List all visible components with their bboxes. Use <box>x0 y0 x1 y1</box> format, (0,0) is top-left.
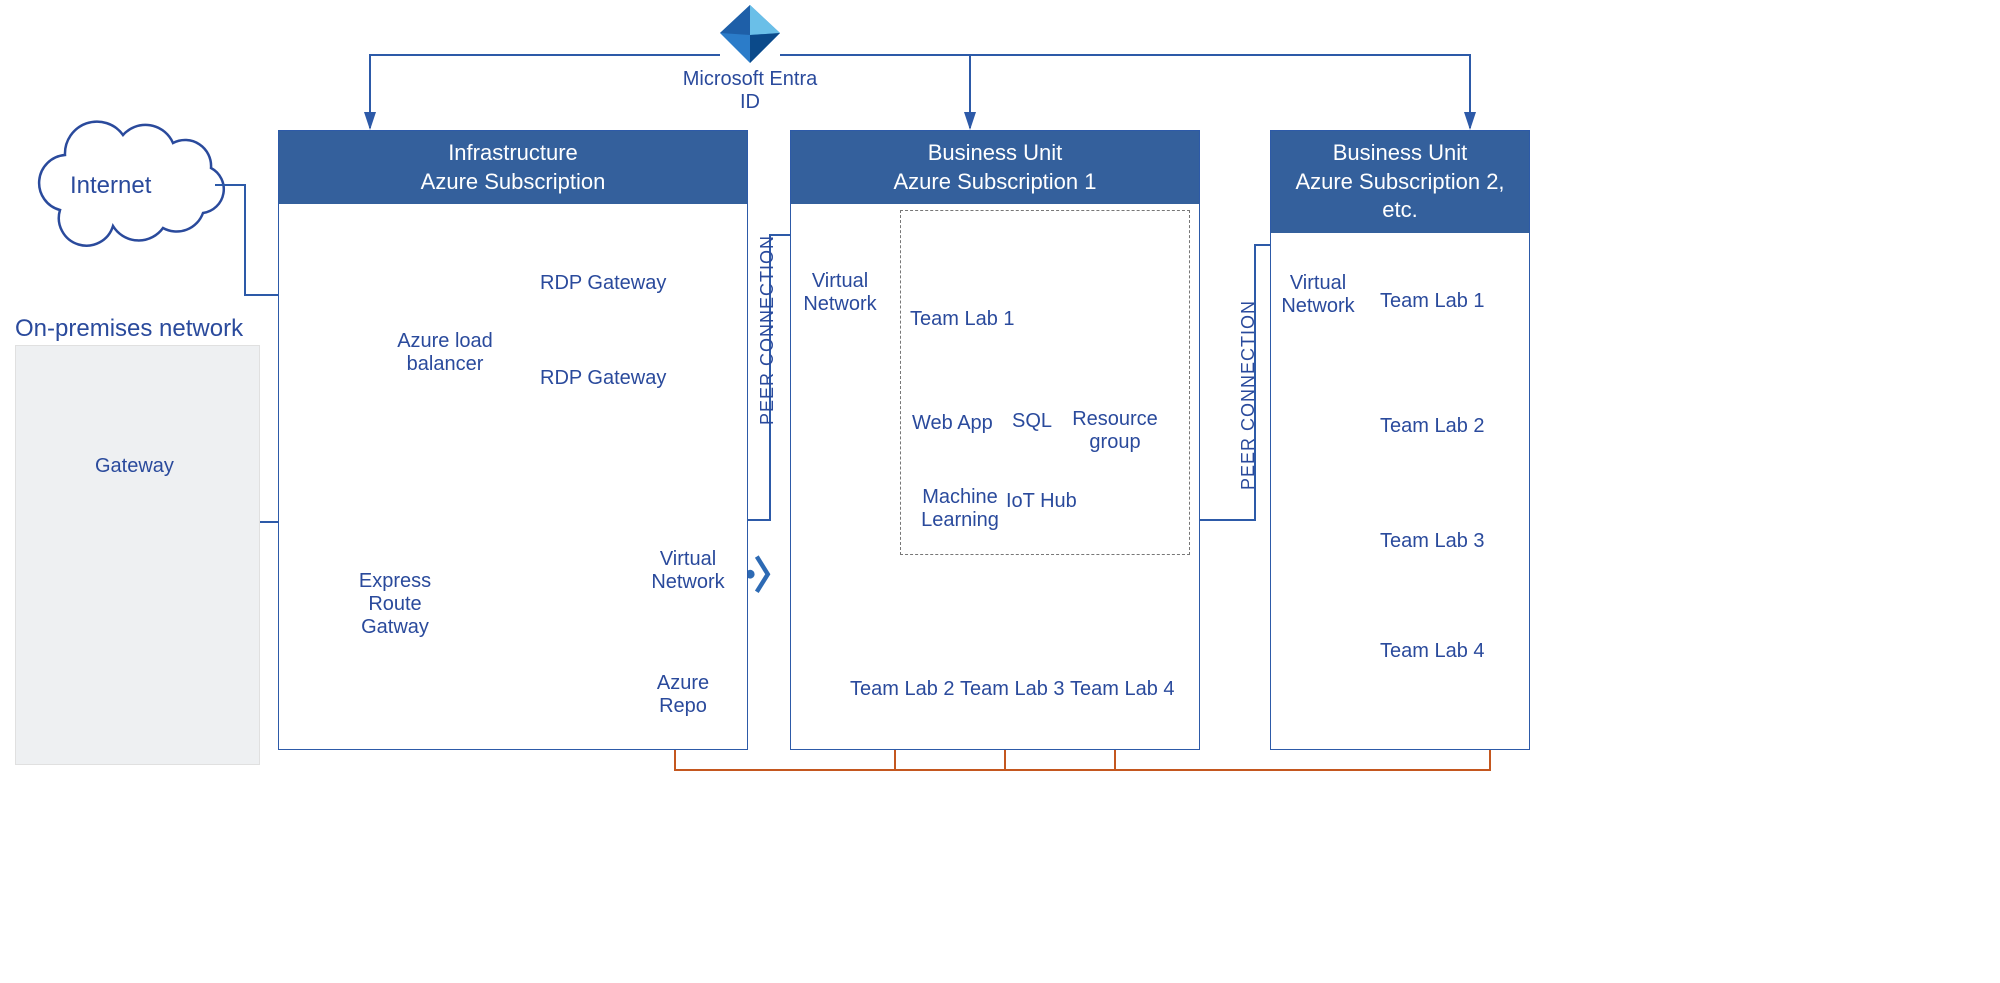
infra-header-l1: Infrastructure <box>283 139 743 168</box>
bu1-team1-label: Team Lab 1 <box>910 308 1015 331</box>
bu1-vnet-label: Virtual Network <box>800 270 880 316</box>
azure-repo-label: Azure Repo <box>648 672 718 718</box>
bu1-team4-label: Team Lab 4 <box>1070 678 1175 701</box>
express-route-label: Express Route Gatway <box>330 570 460 639</box>
bu2-vnet-label: Virtual Network <box>1278 272 1358 318</box>
rdp1-label: RDP Gateway <box>540 272 666 295</box>
bu1-header: Business Unit Azure Subscription 1 <box>791 131 1199 204</box>
webapp-label: Web App <box>912 412 993 435</box>
ml-label: Machine Learning <box>915 486 1005 532</box>
internet-label: Internet <box>70 172 151 200</box>
onprem-box <box>15 345 260 765</box>
load-balancer-label: Azure load balancer <box>395 330 495 376</box>
infra-header: Infrastructure Azure Subscription <box>279 131 747 204</box>
bu2-team2-label: Team Lab 2 <box>1380 415 1485 438</box>
rg-label: Resource group <box>1070 408 1160 454</box>
rdp2-label: RDP Gateway <box>540 367 666 390</box>
gateway-label: Gateway <box>95 455 174 478</box>
entra-id-label: Microsoft Entra ID <box>680 68 820 114</box>
bu1-team2-label: Team Lab 2 <box>850 678 955 701</box>
sql-label: SQL <box>1012 410 1052 433</box>
bu2-team1-label: Team Lab 1 <box>1380 290 1485 313</box>
iot-label: IoT Hub <box>1006 490 1077 513</box>
onprem-title: On-premises network <box>15 315 243 343</box>
bu2-team3-label: Team Lab 3 <box>1380 530 1485 553</box>
bu2-team4-label: Team Lab 4 <box>1380 640 1485 663</box>
infra-subscription-box: Infrastructure Azure Subscription <box>278 130 748 750</box>
bu1-header-l1: Business Unit <box>795 139 1195 168</box>
bu1-header-l2: Azure Subscription 1 <box>795 168 1195 197</box>
bu2-header-l2: Azure Subscription 2, etc. <box>1275 168 1525 225</box>
bu2-header: Business Unit Azure Subscription 2, etc. <box>1271 131 1529 233</box>
bu1-team3-label: Team Lab 3 <box>960 678 1065 701</box>
peer-connection-1: PEER CONNECTION <box>757 235 778 425</box>
peer-connection-2: PEER CONNECTION <box>1238 300 1259 490</box>
infra-header-l2: Azure Subscription <box>283 168 743 197</box>
bu2-header-l1: Business Unit <box>1275 139 1525 168</box>
entra-id-icon <box>720 5 780 63</box>
infra-vnet-label: Virtual Network <box>648 548 728 594</box>
